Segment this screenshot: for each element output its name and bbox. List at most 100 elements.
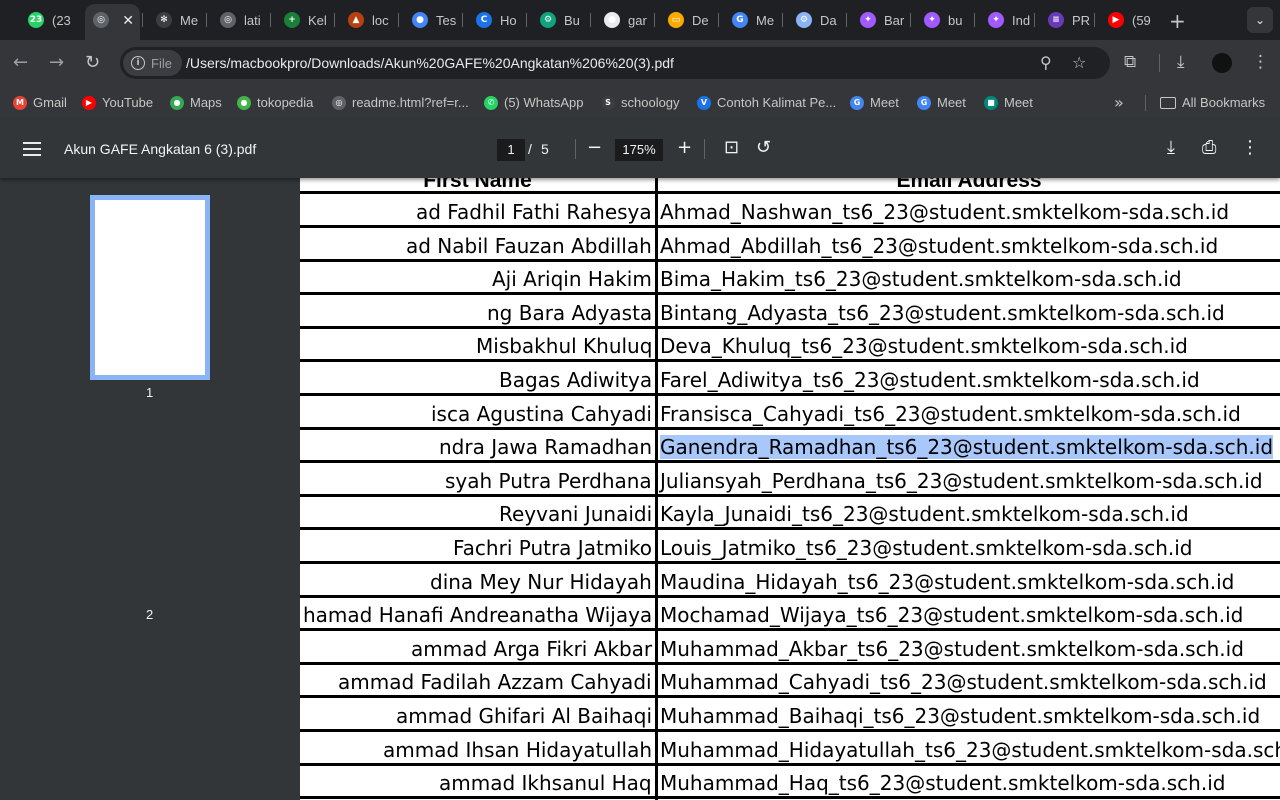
zoom-input[interactable]: 175% xyxy=(615,139,663,161)
email-cell[interactable]: Mochamad_Wijaya_ts6_23@student.smktelkom… xyxy=(660,603,1243,627)
browser-tab[interactable]: ✻ Me xyxy=(148,6,200,34)
email-cell[interactable]: Kayla_Junaidi_ts6_23@student.smktelkom-s… xyxy=(660,502,1189,526)
browser-tab[interactable]: ● Tes xyxy=(404,6,456,34)
name-cell: ammad Fadilah Azzam Cahyadi xyxy=(300,670,655,698)
download-icon[interactable]: ⤓ xyxy=(1177,52,1185,72)
first-name-text: Reyvani Junaidi xyxy=(499,502,653,527)
email-cell[interactable]: Muhammad_Hidayatullah_ts6_23@student.smk… xyxy=(660,738,1280,762)
email-cell[interactable]: Muhammad_Haq_ts6_23@student.smktelkom-sd… xyxy=(660,771,1225,795)
zoom-icon[interactable]: ⚲ xyxy=(1040,53,1052,72)
email-cell[interactable]: Louis_Jatmiko_ts6_23@student.smktelkom-s… xyxy=(660,536,1193,560)
name-cell: Aji Ariqin Hakim xyxy=(300,267,655,295)
email-cell[interactable]: Ganendra_Ramadhan_ts6_23@student.smktelk… xyxy=(660,435,1274,460)
email-cell[interactable]: Bintang_Adyasta_ts6_23@student.smktelkom… xyxy=(660,301,1225,325)
zoom-in-icon[interactable]: + xyxy=(677,137,692,158)
browser-tab[interactable]: ✦ Bar xyxy=(852,6,904,34)
address-bar[interactable]: i File /Users/macbookpro/Downloads/Akun%… xyxy=(120,47,1110,79)
bookmark-item[interactable]: ● tokopedia xyxy=(237,95,313,110)
email-cell[interactable]: Deva_Khuluq_ts6_23@student.smktelkom-sda… xyxy=(660,334,1188,358)
email-cell[interactable]: Muhammad_Akbar_ts6_23@student.smktelkom-… xyxy=(660,637,1244,661)
email-cell[interactable]: Farel_Adiwitya_ts6_23@student.smktelkom-… xyxy=(660,368,1200,392)
reload-icon[interactable]: ↻ xyxy=(85,52,100,73)
browser-tab[interactable]: ◎ lati xyxy=(212,6,264,34)
back-arrow-icon[interactable]: ← xyxy=(13,52,28,73)
browser-tab[interactable]: ✦ bu xyxy=(916,6,968,34)
extensions-icon[interactable]: ⧉ xyxy=(1124,52,1136,72)
bookmark-item[interactable]: M Gmail xyxy=(13,95,67,110)
bookmark-item[interactable]: ● Maps xyxy=(170,95,222,110)
email-cell[interactable]: Muhammad_Baihaqi_ts6_23@student.smktelko… xyxy=(660,704,1260,728)
bookmark-item[interactable]: V Contoh Kalimat Pe... xyxy=(697,95,836,110)
more-options-icon[interactable]: ⋮ xyxy=(1241,137,1259,158)
profile-avatar[interactable] xyxy=(1212,53,1232,73)
download-icon[interactable]: ⤓ xyxy=(1167,137,1175,158)
email-cell[interactable]: Bima_Hakim_ts6_23@student.smktelkom-sda.… xyxy=(660,267,1182,291)
bookmark-item[interactable]: ◎ readme.html?ref=r... xyxy=(332,95,469,110)
bookmark-star-icon[interactable]: ☆ xyxy=(1072,53,1086,72)
youtube-icon: ▶ xyxy=(82,95,96,110)
browser-tab[interactable]: ⚙ Bu xyxy=(532,6,584,34)
name-cell: Bagas Adiwitya xyxy=(300,368,655,396)
first-name-text: ammad Ghifari Al Baihaqi xyxy=(396,704,653,728)
page-number-input[interactable]: 1 xyxy=(497,139,525,161)
print-icon[interactable]: ⎙ xyxy=(1202,137,1216,158)
browser-tab[interactable]: G Me xyxy=(724,6,776,34)
email-cell[interactable]: Maudina_Hidayah_ts6_23@student.smktelkom… xyxy=(660,570,1234,594)
browser-tab[interactable]: ▶ (59 xyxy=(1100,6,1152,34)
google-icon: G xyxy=(732,12,748,28)
browser-tab[interactable]: ⚙ Da xyxy=(788,6,840,34)
email-cell[interactable]: Fransisca_Cahyadi_ts6_23@student.smktelk… xyxy=(660,402,1241,426)
url-text[interactable]: /Users/macbookpro/Downloads/Akun%20GAFE%… xyxy=(186,55,674,71)
name-cell: syah Putra Perdhana xyxy=(300,469,655,497)
browser-tab[interactable]: ▭ De xyxy=(660,6,712,34)
name-cell: ammad Ihsan Hidayatullah xyxy=(300,738,655,766)
table-row: dina Mey Nur Hidayah Maudina_Hidayah_ts6_… xyxy=(300,564,1280,598)
chrome-menu-icon[interactable]: ⋮ xyxy=(1252,52,1269,72)
bookmark-item[interactable]: ▶ YouTube xyxy=(82,95,153,110)
rotate-icon[interactable]: ↺ xyxy=(756,137,771,158)
browser-tab[interactable]: ▲ loc xyxy=(340,6,392,34)
all-bookmarks-button[interactable]: All Bookmarks xyxy=(1160,95,1265,110)
bookmark-item[interactable]: ■ Meet xyxy=(984,95,1033,110)
browser-tab[interactable]: 23 (23 xyxy=(20,6,72,34)
pdf-page: First Name Email Address ad Fadhil Fathi… xyxy=(300,178,1280,800)
site-info-chip[interactable]: i File xyxy=(123,50,182,76)
email-cell[interactable]: Ahmad_Abdillah_ts6_23@student.smktelkom-… xyxy=(660,234,1218,258)
tab-divider xyxy=(462,13,463,27)
google-icon: G xyxy=(917,95,931,110)
bookmark-label: Meet xyxy=(937,95,966,110)
bookmark-item[interactable]: ✆ (5) WhatsApp xyxy=(484,95,583,110)
menu-icon[interactable] xyxy=(23,142,41,156)
browser-tab[interactable]: ≡ PR xyxy=(1040,6,1092,34)
email-cell[interactable]: Ahmad_Nashwan_ts6_23@student.smktelkom-s… xyxy=(660,200,1229,224)
browser-tab[interactable]: ✦ Ind xyxy=(980,6,1032,34)
bookmarks-overflow-icon[interactable]: » xyxy=(1114,93,1124,112)
email-cell[interactable]: Juliansyah_Perdhana_ts6_23@student.smkte… xyxy=(660,469,1263,493)
tab-search-icon[interactable]: ⌄ xyxy=(1247,7,1273,33)
tab-divider xyxy=(782,13,783,27)
zoom-out-icon[interactable]: − xyxy=(587,137,602,158)
name-cell: ammad Ghifari Al Baihaqi xyxy=(300,704,655,732)
name-cell: isca Agustina Cahyadi xyxy=(300,402,655,430)
browser-tab[interactable]: + Kel xyxy=(276,6,328,34)
browser-tab[interactable]: C Ho xyxy=(468,6,520,34)
fit-to-page-icon[interactable]: ⊡ xyxy=(724,137,739,158)
new-tab-icon[interactable]: + xyxy=(1169,9,1186,33)
tab-divider xyxy=(334,13,335,27)
bookmark-item[interactable]: G Meet xyxy=(850,95,899,110)
figma-icon: ✦ xyxy=(860,12,876,28)
maps-icon: ● xyxy=(170,95,184,110)
table-row: ammad Fadilah Azzam Cahyadi Muhammad_Cahy… xyxy=(300,664,1280,699)
page-thumbnail-1[interactable] xyxy=(90,195,210,380)
browser-tab[interactable]: ● gar xyxy=(596,6,648,34)
close-tab-icon[interactable]: ✕ xyxy=(122,13,134,29)
tab-divider xyxy=(590,13,591,27)
name-cell: ad Nabil Fauzan Abdillah xyxy=(300,234,655,262)
bookmark-item[interactable]: Sschoology xyxy=(601,95,680,110)
tab-title: Ho xyxy=(500,12,517,28)
email-cell[interactable]: Muhammad_Cahyadi_ts6_23@student.smktelko… xyxy=(660,670,1267,694)
bookmark-item[interactable]: G Meet xyxy=(917,95,966,110)
browser-tab[interactable]: ◎ ✕ xyxy=(85,4,140,40)
name-cell: ammad Ikhsanul Haq xyxy=(300,771,655,799)
forward-arrow-icon[interactable]: → xyxy=(49,52,64,73)
